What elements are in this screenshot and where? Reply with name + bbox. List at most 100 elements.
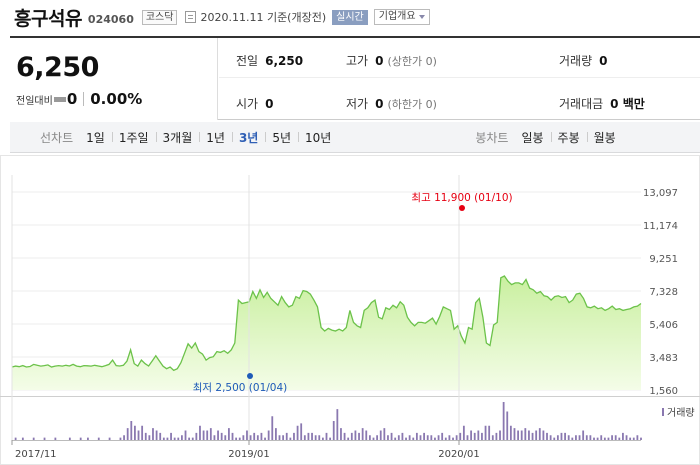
price-summary: 6,250 전일대비 0 0.00% 전일 6,250 고가 0 (상한가 0)… xyxy=(10,36,700,120)
volume-bar xyxy=(188,437,191,440)
volume-bar xyxy=(238,437,241,440)
volume-bar xyxy=(632,437,635,440)
volume-bar xyxy=(32,437,35,440)
volume-bar xyxy=(564,432,566,440)
volume-bar xyxy=(430,435,433,440)
volume-bar xyxy=(209,428,212,440)
volume-bar xyxy=(600,435,603,440)
base-date: 2020.11.11 기준(개장전) xyxy=(200,11,327,24)
price-area xyxy=(12,276,641,390)
volume-bar xyxy=(195,432,198,440)
x-tick-label: 2020/01 xyxy=(438,449,480,460)
y-tick-label: 5,406 xyxy=(649,320,678,331)
period-tab-4[interactable]: 3년 xyxy=(231,129,265,146)
volume-bar xyxy=(137,430,140,440)
volume-bar xyxy=(419,435,422,440)
volume-bar xyxy=(361,428,364,440)
volume-bar xyxy=(256,435,259,440)
period-tab-0[interactable]: 1일 xyxy=(79,129,112,146)
high-marker xyxy=(459,205,465,211)
change-row: 전일대비 0 0.00% xyxy=(16,90,142,108)
volume-bar xyxy=(274,428,277,440)
period-tab-6[interactable]: 10년 xyxy=(298,129,338,146)
volume-bar xyxy=(484,425,487,440)
candle-tab-1[interactable]: 주봉 xyxy=(550,129,587,146)
volume-bar xyxy=(556,435,559,440)
volume-bar xyxy=(173,437,176,440)
volume-bar xyxy=(502,402,505,440)
volume-bar xyxy=(625,435,628,440)
price-chart[interactable]: 13,097 11,174 9,251 7,328 5,406 3,483 1,560 거래량… xyxy=(0,155,700,465)
volume-bar xyxy=(589,435,592,440)
volume-bar xyxy=(144,432,147,440)
candle-tab-0[interactable]: 일봉 xyxy=(514,129,550,146)
volume-bar xyxy=(253,432,256,440)
stat-label: 시가 xyxy=(236,97,259,111)
line-chart-label: 선차트 xyxy=(40,130,74,145)
stat-label: 고가 xyxy=(346,54,369,68)
volume-bar xyxy=(87,437,89,440)
stock-code: 024060 xyxy=(87,12,134,26)
y-tick-label: 13,097 xyxy=(643,188,678,199)
volume-bar xyxy=(177,437,180,440)
volume-bar xyxy=(603,437,606,440)
period-tab-5[interactable]: 5년 xyxy=(265,129,298,146)
divider xyxy=(83,92,85,106)
volume-bar xyxy=(473,432,476,440)
price-chart-svg: 13,097 11,174 9,251 7,328 5,406 3,483 1,560 거래량… xyxy=(0,155,700,465)
stat-label: 거래량 xyxy=(559,54,593,68)
volume-bar xyxy=(376,435,379,440)
volume-bar xyxy=(191,437,194,440)
volume-bar xyxy=(329,437,332,440)
low-annotation: 최저 2,500 (01/04) xyxy=(193,382,288,394)
volume-bar xyxy=(607,437,610,440)
volume-bar xyxy=(618,437,621,440)
period-tab-1[interactable]: 1주일 xyxy=(111,129,156,146)
stat-prev-close: 전일 6,250 xyxy=(236,52,303,69)
stock-header: 흥구석유 024060 코스닥 2020.11.11 기준(개장전) 실시간 기… xyxy=(0,0,700,34)
chevron-down-icon xyxy=(418,15,425,19)
volume-bar xyxy=(307,432,310,440)
volume-bar xyxy=(325,432,328,440)
volume-bar xyxy=(546,432,548,440)
x-tick-label: 2017/11 xyxy=(15,449,57,460)
volume-bar xyxy=(368,435,371,440)
volume-bar xyxy=(206,430,209,440)
volume-bar xyxy=(343,432,346,440)
stat-limit: (하한가 0) xyxy=(387,98,437,111)
period-tab-2[interactable]: 3개월 xyxy=(155,129,200,146)
y-tick-label: 9,251 xyxy=(649,254,678,265)
volume-bar xyxy=(636,435,639,440)
realtime-button[interactable]: 실시간 xyxy=(332,9,368,25)
volume-bar xyxy=(231,432,234,440)
stat-limit: (상한가 0) xyxy=(387,55,437,68)
volume-bar xyxy=(354,430,357,440)
candle-tab-2[interactable]: 월봉 xyxy=(586,129,623,146)
volume-bar xyxy=(170,432,172,440)
volume-bar xyxy=(585,435,588,440)
volume-bar xyxy=(68,437,71,440)
volume-bar xyxy=(560,432,563,440)
volume-bar xyxy=(379,430,382,440)
volume-bar xyxy=(79,437,82,440)
volume-bar xyxy=(336,409,339,440)
stat-label: 전일 xyxy=(236,54,259,68)
volume-bar xyxy=(466,435,469,440)
volume-bar xyxy=(260,432,263,440)
volume-bar xyxy=(611,435,613,440)
volume-bar xyxy=(227,428,230,440)
volume-bar xyxy=(166,437,169,440)
volume-bar xyxy=(152,428,154,440)
stock-name: 흥구석유 xyxy=(14,7,82,30)
volume-bar xyxy=(477,430,480,440)
stat-value: 0 xyxy=(375,54,384,68)
volume-bar xyxy=(571,437,574,440)
period-tab-3[interactable]: 1년 xyxy=(199,129,232,146)
volume-bar xyxy=(350,432,353,440)
volume-bar xyxy=(108,437,111,440)
company-info-button[interactable]: 기업개요 xyxy=(373,9,430,25)
high-annotation: 최고 11,900 (01/10) xyxy=(411,192,512,204)
volume-bar xyxy=(528,430,530,440)
y-tick-label: 11,174 xyxy=(643,221,678,232)
volume-bar xyxy=(448,435,451,440)
